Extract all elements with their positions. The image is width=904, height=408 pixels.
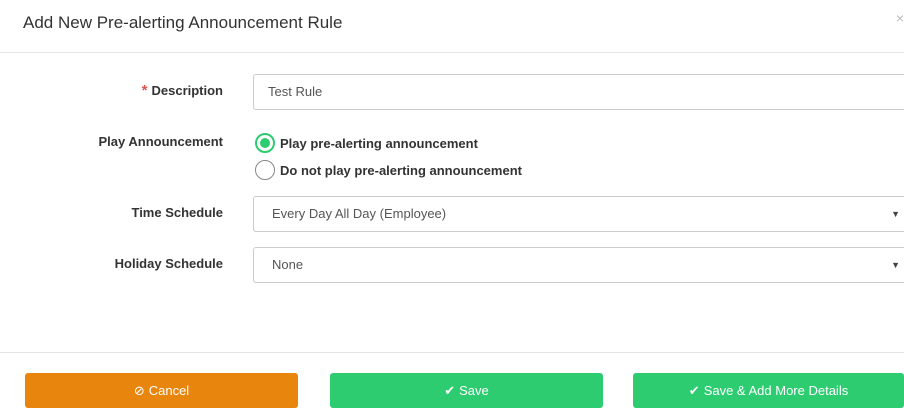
close-icon[interactable]: × xyxy=(890,10,904,26)
chevron-down-icon: ▼ xyxy=(891,260,900,270)
time-schedule-select[interactable]: Every Day All Day (Employee) ▼ xyxy=(253,196,904,232)
play-announcement-label: Play Announcement xyxy=(98,134,223,149)
radio-option-play[interactable]: Play pre-alerting announcement xyxy=(255,133,478,153)
holiday-schedule-label: Holiday Schedule xyxy=(114,256,223,271)
description-label: * Description xyxy=(3,83,223,99)
time-schedule-label: Time Schedule xyxy=(131,205,223,220)
radio-do-not-play[interactable] xyxy=(255,160,275,180)
save-and-add-more-button[interactable]: ✔ Save & Add More Details xyxy=(633,373,904,408)
radio-play-label: Play pre-alerting announcement xyxy=(280,135,478,151)
save-and-add-more-label: Save & Add More Details xyxy=(703,383,849,398)
check-icon: ✔ xyxy=(444,382,456,398)
add-rule-dialog: Add New Pre-alerting Announcement Rule ×… xyxy=(0,0,904,408)
radio-do-not-play-label: Do not play pre-alerting announcement xyxy=(280,162,522,178)
ban-icon: ⊘ xyxy=(133,382,145,398)
dialog-header: Add New Pre-alerting Announcement Rule × xyxy=(0,0,904,53)
cancel-button[interactable]: ⊘ Cancel xyxy=(25,373,298,408)
holiday-schedule-select[interactable]: None ▼ xyxy=(253,247,904,283)
save-button[interactable]: ✔ Save xyxy=(330,373,603,408)
holiday-schedule-value: None xyxy=(272,257,304,272)
radio-option-do-not-play[interactable]: Do not play pre-alerting announcement xyxy=(255,160,522,180)
check-icon: ✔ xyxy=(688,382,700,398)
dialog-title: Add New Pre-alerting Announcement Rule xyxy=(23,13,343,32)
chevron-down-icon: ▼ xyxy=(891,209,900,219)
description-label-text: Description xyxy=(151,83,223,98)
radio-play-selected[interactable] xyxy=(255,133,275,153)
cancel-button-label: Cancel xyxy=(148,383,190,398)
required-marker: * xyxy=(141,82,148,99)
save-button-label: Save xyxy=(459,383,489,398)
time-schedule-value: Every Day All Day (Employee) xyxy=(272,206,447,221)
description-input[interactable]: Test Rule xyxy=(253,74,904,110)
